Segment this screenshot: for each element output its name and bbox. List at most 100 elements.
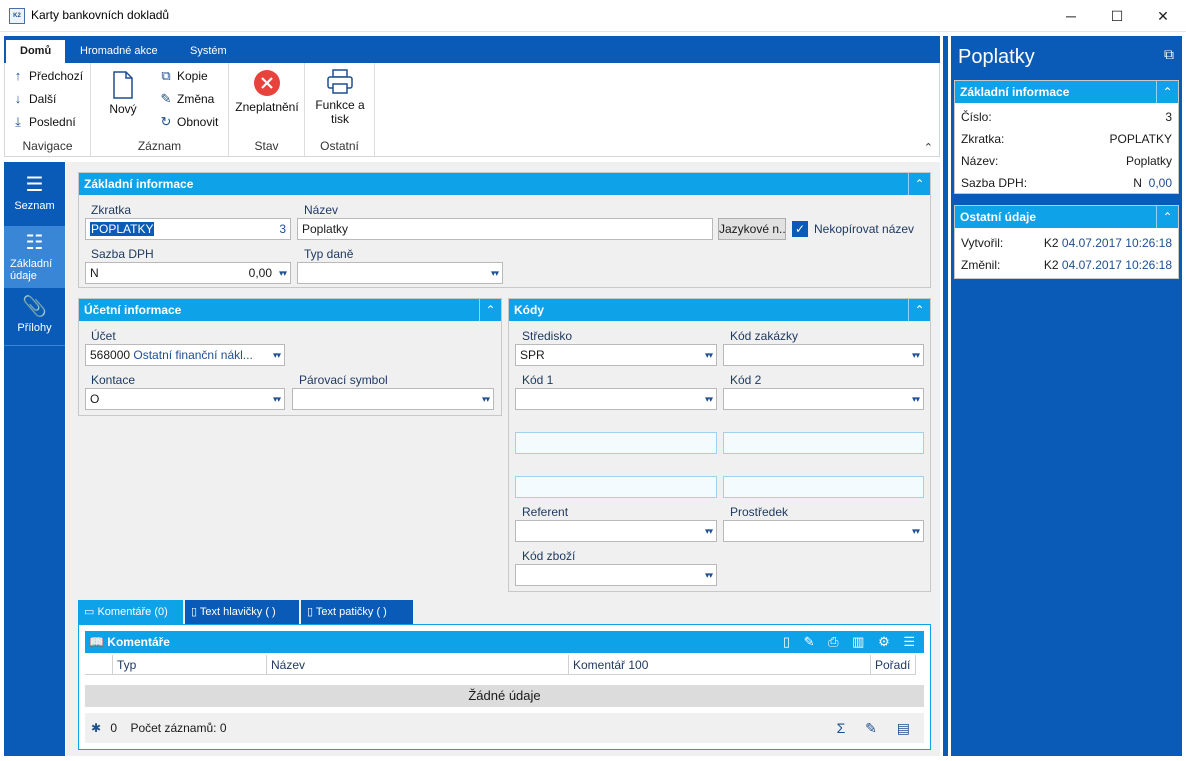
referent-field[interactable]: ▾▾ [515,520,717,542]
maximize-button[interactable]: ☐ [1094,0,1140,32]
dropdown-icon[interactable]: ▾▾ [273,345,281,365]
rp-zakladni-card: Základní informace ⌃ Číslo: 3 Zkratka: POP… [954,80,1179,194]
print-functions-button[interactable]: Funkce a tisk [311,69,369,126]
rp-row-vytvoril: Vytvořil: K2 04.07.2017 10:26:18 [961,236,1172,250]
zkratka-field[interactable]: POPLATKY 3 [85,218,291,240]
tab-system[interactable]: Systém [176,40,241,63]
dropdown-icon[interactable]: ▾▾ [705,521,713,541]
stredisko-field[interactable]: SPR ▾▾ [515,344,717,366]
nav-prilohy[interactable]: 📎 Přílohy [4,290,65,346]
zakazka-field[interactable]: ▾▾ [723,344,924,366]
column-komentar[interactable]: Komentář 100 [569,655,871,675]
empty-field-2[interactable] [723,432,924,454]
collapse-icon[interactable]: ⌃ [479,299,501,321]
close-button[interactable]: ✕ [1140,0,1186,32]
nazev-field[interactable]: Poplatky [297,218,713,240]
ribbon: ↑ Předchozí ↓ Další ⤓ Poslední Navigace Nov… [4,63,940,157]
dropdown-icon[interactable]: ▾▾ [273,389,281,409]
grid-footer-icons[interactable]: Σ ✎ ▤ [837,713,918,743]
ucet-field[interactable]: 568000 Ostatní finanční nákl... ▾▾ [85,344,285,366]
minimize-button[interactable]: ─ [1048,0,1094,32]
kod2-field[interactable]: ▾▾ [723,388,924,410]
language-names-button[interactable]: Jazykové n... [718,218,786,240]
dropdown-icon[interactable]: ▾▾ [279,263,287,283]
dropdown-icon[interactable]: ▾▾ [705,345,713,365]
prostredek-label: Prostředek [730,505,789,519]
arrow-last-icon: ⤓ [15,114,21,129]
panel-splitter[interactable] [943,36,948,756]
nav-seznam[interactable]: ☰ Seznam [4,170,65,226]
group-label-navigace: Navigace [22,139,73,153]
grid-header: 📖 Komentáře ▯ ✎ ⎙ ▥ ⚙ ☰ [85,631,924,653]
kod1-field[interactable]: ▾▾ [515,388,717,410]
tab-hromadne-akce[interactable]: Hromadné akce [66,40,172,63]
paperclip-icon: 📎 [22,296,47,318]
grid-status-bar: ✱ 0 Počet záznamů: 0 Σ ✎ ▤ [85,713,924,743]
group-zaznam: Nový ⧉ Kopie ✎ Změna ↻ Obnovit Záznam [91,63,229,157]
group-label-ostatni: Ostatní [320,139,359,153]
kontace-field[interactable]: O ▾▾ [85,388,285,410]
copy-button[interactable]: ⧉ Kopie [159,66,207,86]
new-button[interactable]: Nový [99,71,147,116]
refresh-button[interactable]: ↻ Obnovit [159,112,219,132]
rp-row-sazba: Sazba DPH: N 0,00 [961,176,1172,190]
invalidate-button[interactable]: Zneplatnění [231,69,303,114]
group-ostatni: Funkce a tisk Ostatní [305,63,375,157]
tab-text-hlavicky[interactable]: ▯ Text hlavičky ( ) [185,600,299,624]
zkratka-label: Zkratka [91,203,132,217]
collapse-icon[interactable]: ⌃ [1156,81,1178,103]
collapse-icon[interactable]: ⌃ [1156,206,1178,228]
dropdown-icon[interactable]: ▾▾ [912,389,920,409]
next-button[interactable]: ↓ Další [11,89,57,109]
dropdown-icon[interactable]: ▾▾ [912,345,920,365]
column-nazev[interactable]: Název [267,655,569,675]
panel-zakladni-informace: Základní informace ⌃ Zkratka POPLATKY 3 … [78,172,931,288]
grid-toolbar-icons[interactable]: ▯ ✎ ⎙ ▥ ⚙ ☰ [783,631,920,653]
ribbon-collapse-button[interactable]: ⌃ [924,141,933,154]
dropdown-icon[interactable]: ▾▾ [482,389,490,409]
empty-field-1[interactable] [515,432,717,454]
nazev-label: Název [304,203,339,217]
list-icon: ☰ [25,174,44,196]
empty-data-message: Žádné údaje [85,685,924,707]
nav-zakladni-udaje[interactable]: ☷ Základní údaje [4,226,65,288]
dropdown-icon[interactable]: ▾▾ [705,389,713,409]
dropdown-icon[interactable]: ▾▾ [705,565,713,585]
kod2-label: Kód 2 [730,373,762,387]
edit-button[interactable]: ✎ Změna [159,89,215,109]
empty-field-3[interactable] [515,476,717,498]
parovaci-field[interactable]: ▾▾ [292,388,494,410]
checkmark-icon[interactable]: ✓ [792,221,808,237]
collapse-icon[interactable]: ⌃ [908,299,930,321]
right-panel-title: Poplatky [958,46,1035,68]
nekopirovat-label: Nekopírovat název [814,222,915,236]
kod-zbozi-label: Kód zboží [522,549,576,563]
comment-icon: ▭ [84,606,95,618]
empty-field-4[interactable] [723,476,924,498]
last-button[interactable]: ⤓ Poslední [11,112,76,132]
filter-snowflake-icon[interactable]: ✱ [91,721,101,735]
tab-domu[interactable]: Domů [6,40,66,63]
typ-dane-field[interactable]: ▾▾ [297,262,503,284]
sazba-dph-field[interactable]: N 0,00 ▾▾ [85,262,291,284]
cancel-circle-icon [254,70,280,96]
collapse-icon[interactable]: ⌃ [908,173,930,195]
dropdown-icon[interactable]: ▾▾ [912,521,920,541]
panel-title: Kódy [509,299,930,321]
tab-text-paticky[interactable]: ▯ Text patičky ( ) [301,600,413,624]
tab-komentare[interactable]: ▭ Komentáře (0) [78,600,183,624]
panel-title: Základní informace [79,173,930,195]
komentare-grid-panel: 📖 Komentáře ▯ ✎ ⎙ ▥ ⚙ ☰ Typ Název Koment… [78,624,931,750]
column-typ[interactable]: Typ [113,655,267,675]
kod-zbozi-field[interactable]: ▾▾ [515,564,717,586]
prev-button[interactable]: ↑ Předchozí [11,66,83,86]
new-document-icon [113,71,133,99]
document-icon: ▯ [307,606,314,618]
column-poradi[interactable]: Pořadí [871,655,916,675]
prostredek-field[interactable]: ▾▾ [723,520,924,542]
dropdown-icon[interactable]: ▾▾ [491,263,499,283]
ucet-label: Účet [91,329,116,343]
title-bar: K2 Karty bankovních dokladů ─ ☐ ✕ [0,0,1186,32]
app-logo-icon: K2 [9,8,25,24]
popout-icon[interactable]: ⧉ [1164,46,1174,63]
